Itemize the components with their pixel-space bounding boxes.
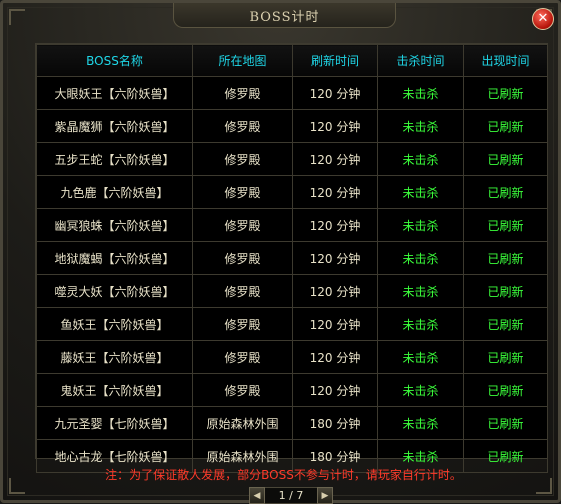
- header-refresh-time: 刷新时间: [292, 44, 378, 77]
- boss-name: 鱼妖王【六阶妖兽】: [36, 307, 193, 341]
- boss-refresh: 120 分钟: [292, 340, 378, 374]
- boss-appear-status: 已刷新: [463, 175, 548, 209]
- header-kill-time: 击杀时间: [377, 44, 464, 77]
- boss-refresh: 120 分钟: [292, 307, 378, 341]
- boss-name: 鬼妖王【六阶妖兽】: [36, 373, 193, 407]
- table-row[interactable]: 幽冥狼蛛【六阶妖兽】 修罗殿 120 分钟 未击杀 已刷新: [36, 208, 548, 242]
- boss-appear-status: 已刷新: [463, 274, 548, 308]
- table-row[interactable]: 五步王蛇【六阶妖兽】 修罗殿 120 分钟 未击杀 已刷新: [36, 142, 548, 176]
- table-row[interactable]: 九色鹿【六阶妖兽】 修罗殿 120 分钟 未击杀 已刷新: [36, 175, 548, 209]
- boss-map: 修罗殿: [192, 208, 293, 242]
- boss-refresh: 120 分钟: [292, 208, 378, 242]
- title-bar: BOSS计时: [173, 3, 396, 28]
- table-row[interactable]: 藤妖王【六阶妖兽】 修罗殿 120 分钟 未击杀 已刷新: [36, 340, 548, 374]
- table-row[interactable]: 紫晶魔狮【六阶妖兽】 修罗殿 120 分钟 未击杀 已刷新: [36, 109, 548, 143]
- boss-kill-status: 未击杀: [377, 241, 464, 275]
- boss-refresh: 120 分钟: [292, 274, 378, 308]
- boss-appear-status: 已刷新: [463, 241, 548, 275]
- table-row[interactable]: 地狱魔蝎【六阶妖兽】 修罗殿 120 分钟 未击杀 已刷新: [36, 241, 548, 275]
- page-indicator: 1 / 7: [265, 487, 317, 504]
- boss-appear-status: 已刷新: [463, 373, 548, 407]
- pagination: ◀ 1 / 7 ▶: [249, 487, 333, 504]
- table-row[interactable]: 噬灵大妖【六阶妖兽】 修罗殿 120 分钟 未击杀 已刷新: [36, 274, 548, 308]
- boss-refresh: 180 分钟: [292, 406, 378, 440]
- boss-appear-status: 已刷新: [463, 142, 548, 176]
- boss-name: 噬灵大妖【六阶妖兽】: [36, 274, 193, 308]
- window-title: BOSS计时: [249, 9, 320, 25]
- boss-map: 原始森林外围: [192, 406, 293, 440]
- boss-table-panel: BOSS名称 所在地图 刷新时间 击杀时间 出现时间 大眼妖王【六阶妖兽】 修罗…: [35, 43, 548, 473]
- boss-kill-status: 未击杀: [377, 142, 464, 176]
- boss-kill-status: 未击杀: [377, 340, 464, 374]
- header-appear-time: 出现时间: [463, 44, 548, 77]
- boss-map: 修罗殿: [192, 373, 293, 407]
- boss-appear-status: 已刷新: [463, 109, 548, 143]
- boss-name: 九色鹿【六阶妖兽】: [36, 175, 193, 209]
- boss-refresh: 120 分钟: [292, 373, 378, 407]
- boss-name: 紫晶魔狮【六阶妖兽】: [36, 109, 193, 143]
- table-row[interactable]: 九元圣婴【七阶妖兽】 原始森林外围 180 分钟 未击杀 已刷新: [36, 406, 548, 440]
- boss-kill-status: 未击杀: [377, 406, 464, 440]
- boss-name: 五步王蛇【六阶妖兽】: [36, 142, 193, 176]
- table-row[interactable]: 大眼妖王【六阶妖兽】 修罗殿 120 分钟 未击杀 已刷新: [36, 76, 548, 110]
- boss-name: 大眼妖王【六阶妖兽】: [36, 76, 193, 110]
- boss-appear-status: 已刷新: [463, 208, 548, 242]
- boss-map: 修罗殿: [192, 307, 293, 341]
- close-icon[interactable]: ✕: [532, 8, 554, 30]
- boss-refresh: 120 分钟: [292, 142, 378, 176]
- boss-map: 修罗殿: [192, 241, 293, 275]
- boss-table: BOSS名称 所在地图 刷新时间 击杀时间 出现时间 大眼妖王【六阶妖兽】 修罗…: [36, 44, 548, 473]
- boss-name: 藤妖王【六阶妖兽】: [36, 340, 193, 374]
- header-map: 所在地图: [192, 44, 293, 77]
- timer-note: 注：为了保证散人发展，部分BOSS不参与计时，请玩家自行计时。: [105, 468, 462, 482]
- boss-kill-status: 未击杀: [377, 76, 464, 110]
- table-row[interactable]: 鱼妖王【六阶妖兽】 修罗殿 120 分钟 未击杀 已刷新: [36, 307, 548, 341]
- boss-name: 地狱魔蝎【六阶妖兽】: [36, 241, 193, 275]
- boss-name: 九元圣婴【七阶妖兽】: [36, 406, 193, 440]
- table-row[interactable]: 鬼妖王【六阶妖兽】 修罗殿 120 分钟 未击杀 已刷新: [36, 373, 548, 407]
- frame-corner-ornament: [9, 9, 25, 25]
- next-page-icon[interactable]: ▶: [317, 487, 333, 504]
- boss-map: 修罗殿: [192, 340, 293, 374]
- boss-map: 修罗殿: [192, 274, 293, 308]
- boss-map: 修罗殿: [192, 175, 293, 209]
- boss-kill-status: 未击杀: [377, 109, 464, 143]
- boss-kill-status: 未击杀: [377, 175, 464, 209]
- boss-appear-status: 已刷新: [463, 307, 548, 341]
- boss-refresh: 120 分钟: [292, 175, 378, 209]
- boss-refresh: 120 分钟: [292, 76, 378, 110]
- boss-name: 幽冥狼蛛【六阶妖兽】: [36, 208, 193, 242]
- boss-appear-status: 已刷新: [463, 406, 548, 440]
- boss-appear-status: 已刷新: [463, 76, 548, 110]
- boss-kill-status: 未击杀: [377, 373, 464, 407]
- boss-kill-status: 未击杀: [377, 274, 464, 308]
- boss-map: 修罗殿: [192, 76, 293, 110]
- boss-kill-status: 未击杀: [377, 307, 464, 341]
- boss-kill-status: 未击杀: [377, 208, 464, 242]
- boss-refresh: 120 分钟: [292, 241, 378, 275]
- boss-appear-status: 已刷新: [463, 340, 548, 374]
- header-boss-name: BOSS名称: [36, 44, 193, 77]
- boss-refresh: 120 分钟: [292, 109, 378, 143]
- boss-timer-window: BOSS计时 ✕ BOSS名称 所在地图 刷新时间 击杀时间 出现时间 大眼妖王…: [0, 0, 561, 504]
- table-header-row: BOSS名称 所在地图 刷新时间 击杀时间 出现时间: [36, 44, 548, 77]
- prev-page-icon[interactable]: ◀: [249, 487, 265, 504]
- boss-map: 修罗殿: [192, 142, 293, 176]
- boss-map: 修罗殿: [192, 109, 293, 143]
